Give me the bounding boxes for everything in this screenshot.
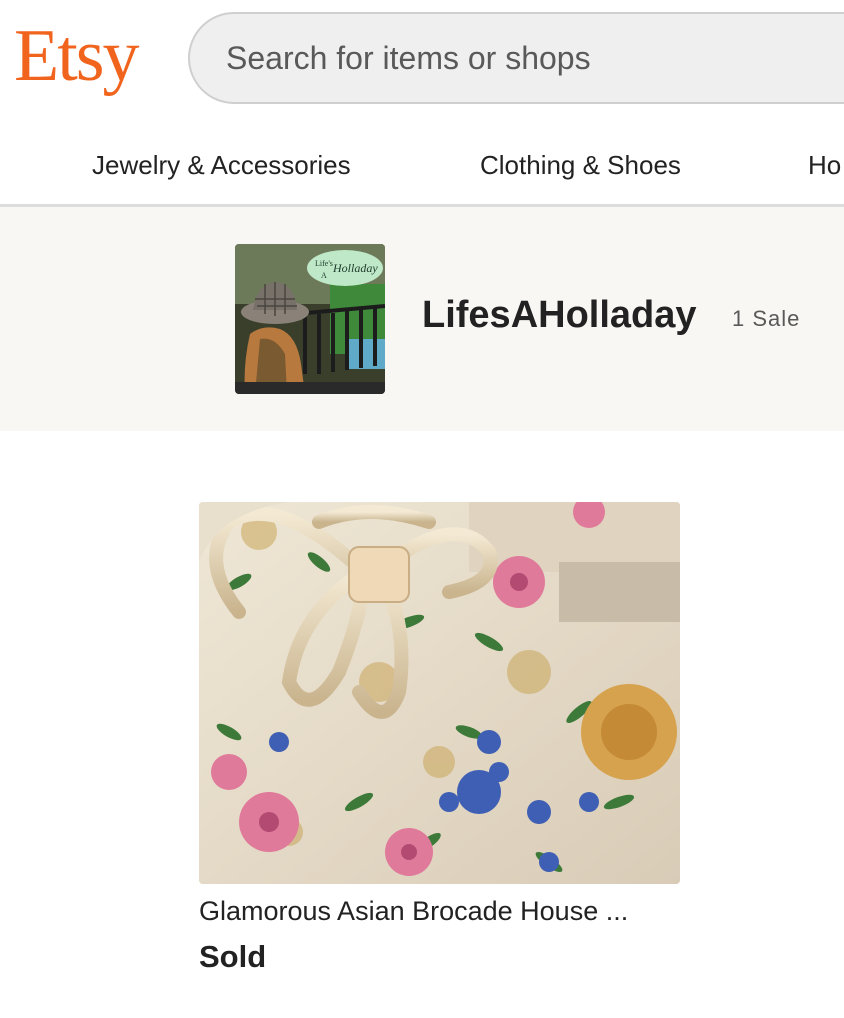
nav-item-jewelry-accessories[interactable]: Jewelry & Accessories	[92, 148, 351, 182]
etsy-logo[interactable]: Etsy	[14, 12, 140, 100]
nav-item-home[interactable]: Ho	[808, 148, 841, 182]
shop-sales-count: 1 Sale	[732, 306, 801, 331]
shop-avatar[interactable]: Life's A Holladay	[235, 244, 385, 394]
shop-name[interactable]: LifesAHolladay	[422, 293, 697, 337]
shop-header: Life's A Holladay LifesAHolladay 1 Sale	[0, 207, 844, 431]
listing-image[interactable]	[199, 502, 680, 884]
search-input[interactable]	[226, 34, 786, 82]
listing-status: Sold	[199, 939, 267, 974]
shop-avatar-image: Life's A Holladay	[235, 244, 385, 394]
nav-item-clothing-shoes[interactable]: Clothing & Shoes	[480, 148, 681, 182]
svg-text:Holladay: Holladay	[332, 261, 378, 275]
search-bar[interactable]	[188, 12, 844, 104]
svg-text:A: A	[321, 271, 327, 280]
header: Etsy	[0, 0, 844, 120]
etsy-shop-page: Etsy Jewelry & Accessories Clothing & Sh…	[0, 0, 844, 1018]
listing-title[interactable]: Glamorous Asian Brocade House ...	[199, 894, 679, 928]
svg-text:Life's: Life's	[315, 259, 333, 268]
brocade-bag-image	[199, 502, 680, 884]
category-nav: Jewelry & Accessories Clothing & Shoes H…	[0, 120, 844, 207]
